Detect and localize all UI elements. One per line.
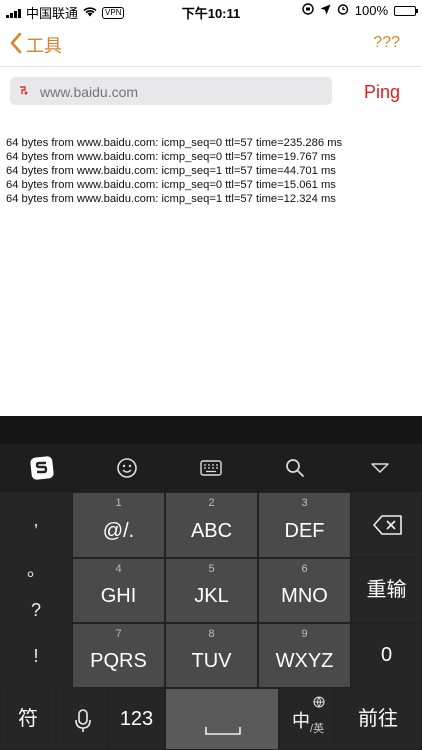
output-line: 64 bytes from www.baidu.com: icmp_seq=0 … bbox=[6, 137, 343, 149]
emoji-icon[interactable] bbox=[107, 448, 147, 488]
punct-comma[interactable]: , bbox=[0, 510, 72, 531]
key-3[interactable]: 3 DEF bbox=[258, 492, 351, 558]
symbol-key[interactable]: 符 bbox=[0, 688, 56, 750]
favicon-icon bbox=[18, 85, 29, 96]
backspace-icon bbox=[373, 515, 403, 540]
numbers-key[interactable]: 123 bbox=[108, 688, 165, 750]
voice-key[interactable] bbox=[56, 688, 108, 750]
language-switch-key[interactable]: 中 /英 bbox=[279, 688, 334, 750]
battery-icon bbox=[394, 5, 418, 16]
punct-exclaim[interactable]: ! bbox=[0, 646, 72, 667]
key-7[interactable]: 7 PQRS bbox=[72, 623, 165, 688]
help-button[interactable]: ??? bbox=[373, 34, 400, 52]
keyboard-switch-icon[interactable] bbox=[191, 448, 231, 488]
ping-output: 64 bytes from www.baidu.com: icmp_seq=0 … bbox=[6, 136, 418, 206]
url-field[interactable] bbox=[10, 77, 332, 107]
space-key[interactable] bbox=[165, 688, 279, 750]
output-line: 64 bytes from www.baidu.com: icmp_seq=0 … bbox=[6, 179, 336, 191]
location-icon bbox=[320, 3, 331, 18]
status-right: 100% bbox=[302, 3, 418, 18]
rotation-lock-icon bbox=[302, 3, 314, 18]
key-6[interactable]: 6 MNO bbox=[258, 558, 351, 623]
output-line: 64 bytes from www.baidu.com: icmp_seq=1 … bbox=[6, 193, 336, 205]
punctuation-column[interactable]: , 。 ? ! bbox=[0, 492, 72, 688]
key-8[interactable]: 8 TUV bbox=[165, 623, 258, 688]
ping-button[interactable]: Ping bbox=[352, 80, 412, 104]
key-1[interactable]: 1 @/. bbox=[72, 492, 165, 558]
nav-bar: 工具 ??? bbox=[0, 22, 422, 67]
key-5[interactable]: 5 JKL bbox=[165, 558, 258, 623]
hide-keyboard-icon[interactable] bbox=[360, 448, 400, 488]
key-9[interactable]: 9 WXYZ bbox=[258, 623, 351, 688]
key-0[interactable]: 0 bbox=[351, 623, 422, 688]
key-4[interactable]: 4 GHI bbox=[72, 558, 165, 623]
key-2[interactable]: 2 ABC bbox=[165, 492, 258, 558]
punct-question[interactable]: ? bbox=[0, 600, 72, 621]
url-input[interactable] bbox=[38, 77, 327, 107]
punct-period[interactable]: 。 bbox=[0, 556, 72, 582]
keyboard-toolbar bbox=[0, 444, 422, 492]
chevron-left-icon bbox=[10, 32, 22, 58]
keyboard: , 。 ? ! 1 @/. 2 ABC 3 DEF 4 GHI 5 JKL 6 MNO 重输… bbox=[0, 416, 422, 750]
status-bar: 中国联通 VPN 下午10:11 100% bbox=[0, 0, 422, 22]
battery-percent: 100% bbox=[354, 3, 388, 18]
alarm-icon bbox=[337, 3, 349, 18]
back-label: 工具 bbox=[26, 36, 62, 56]
globe-icon bbox=[313, 695, 325, 713]
back-button[interactable]: 工具 bbox=[10, 32, 62, 58]
rerun-key[interactable]: 重输 bbox=[351, 558, 422, 623]
backspace-key[interactable] bbox=[351, 492, 422, 558]
search-icon[interactable] bbox=[275, 448, 315, 488]
space-icon bbox=[205, 723, 241, 741]
go-key[interactable]: 前往 bbox=[334, 688, 422, 750]
output-line: 64 bytes from www.baidu.com: icmp_seq=1 … bbox=[6, 165, 336, 177]
sogou-logo-icon[interactable] bbox=[22, 448, 62, 488]
output-line: 64 bytes from www.baidu.com: icmp_seq=0 … bbox=[6, 151, 336, 163]
microphone-icon bbox=[75, 709, 91, 738]
keyboard-candidate-strip bbox=[0, 416, 422, 444]
